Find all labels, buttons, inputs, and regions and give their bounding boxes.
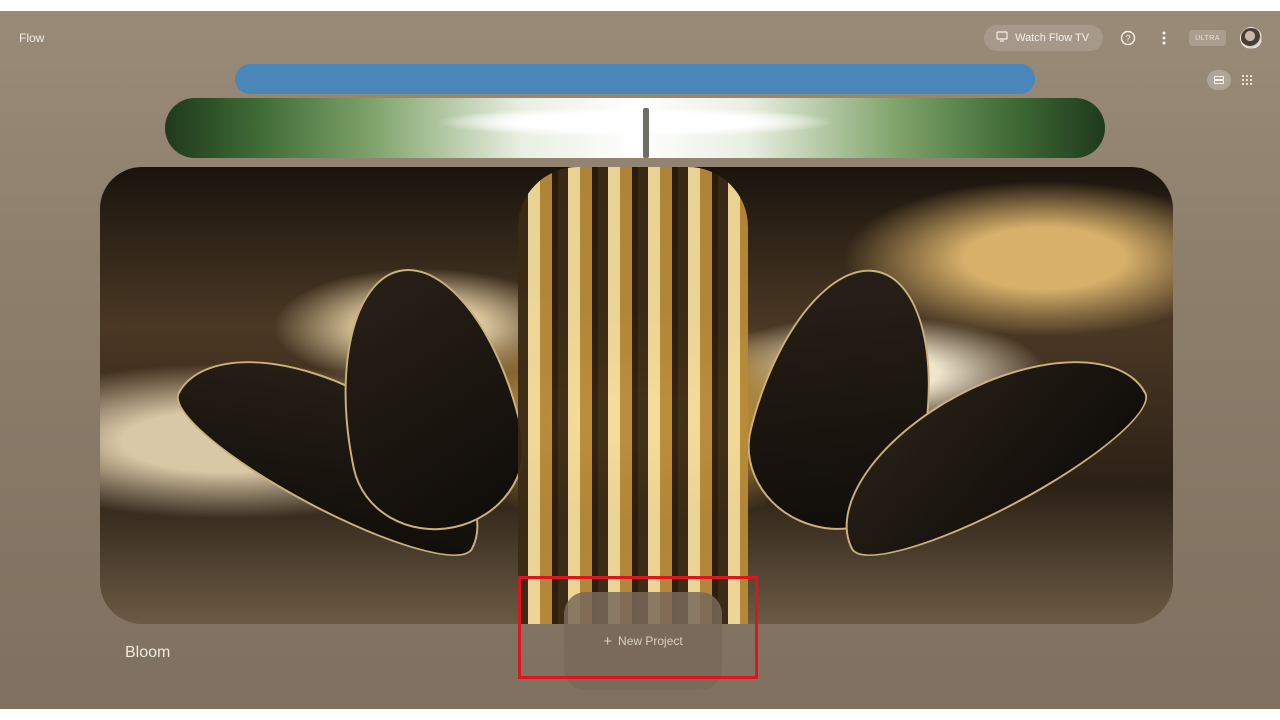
- grid-view-icon: [1242, 75, 1252, 85]
- project-card-middle[interactable]: [165, 98, 1105, 158]
- watch-flow-tv-label: Watch Flow TV: [1015, 32, 1090, 44]
- letterbox-top: [0, 0, 1280, 11]
- more-options-button[interactable]: [1153, 27, 1175, 49]
- avatar[interactable]: [1240, 27, 1262, 49]
- app-title: Flow: [19, 31, 45, 45]
- tv-icon: [996, 31, 1008, 45]
- help-icon: ?: [1120, 30, 1136, 46]
- letterbox-bottom: [0, 709, 1280, 720]
- watch-flow-tv-button[interactable]: Watch Flow TV: [984, 25, 1104, 51]
- grid-view-button[interactable]: [1235, 70, 1259, 90]
- golden-column: [518, 167, 748, 624]
- list-view-icon: [1214, 76, 1224, 84]
- project-title: Bloom: [125, 644, 171, 661]
- view-toggle: [1204, 67, 1262, 93]
- svg-text:?: ?: [1126, 34, 1131, 44]
- header-actions: Watch Flow TV ? ULTRA: [984, 25, 1262, 51]
- featured-project-card[interactable]: [100, 167, 1173, 624]
- plan-badge: ULTRA: [1189, 30, 1226, 46]
- more-vert-icon: [1162, 31, 1166, 45]
- help-button[interactable]: ?: [1117, 27, 1139, 49]
- project-card-back[interactable]: [235, 64, 1035, 94]
- highlight-box: [518, 576, 758, 679]
- list-view-button[interactable]: [1207, 70, 1231, 90]
